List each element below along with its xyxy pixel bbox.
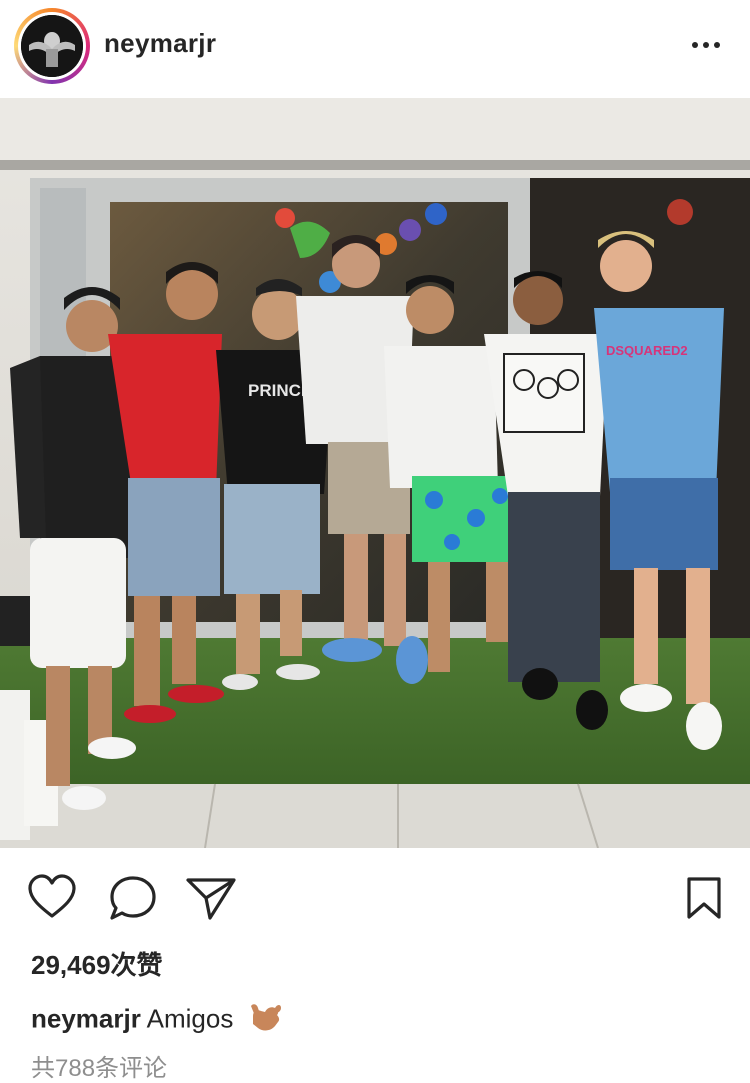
caption-username[interactable]: neymarjr bbox=[31, 1003, 141, 1033]
view-comments-link[interactable]: 共788条评论 bbox=[31, 1048, 167, 1083]
more-horizontal-icon[interactable] bbox=[690, 30, 722, 60]
bookmark-icon[interactable] bbox=[686, 876, 722, 925]
post-photo[interactable]: PRINCE DSQUARED2 bbox=[0, 98, 750, 848]
call-me-hand-emoji-icon bbox=[247, 1000, 283, 1041]
avatar-border bbox=[18, 12, 86, 80]
avatar-image bbox=[21, 15, 83, 77]
caption: neymarjr Amigos bbox=[31, 1000, 283, 1041]
likes-count[interactable]: 29,469次赞 bbox=[31, 945, 163, 982]
post-header: neymarjr bbox=[0, 0, 750, 98]
heart-icon[interactable] bbox=[27, 874, 77, 925]
caption-text: Amigos bbox=[146, 1003, 234, 1034]
post-actions bbox=[0, 848, 750, 948]
avatar[interactable] bbox=[14, 8, 90, 84]
shirt-text-dsquared2: DSQUARED2 bbox=[606, 343, 688, 358]
share-icon[interactable] bbox=[186, 876, 238, 925]
post-username[interactable]: neymarjr bbox=[104, 28, 216, 59]
comment-icon[interactable] bbox=[108, 874, 158, 927]
